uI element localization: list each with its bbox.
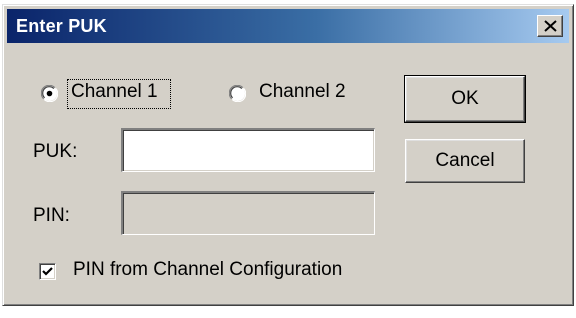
close-button[interactable] — [537, 15, 563, 37]
channel-1-label[interactable]: Channel 1 — [71, 81, 158, 103]
window-title: Enter PUK — [16, 16, 107, 36]
pin-from-config-label[interactable]: PIN from Channel Configuration — [73, 259, 342, 281]
pin-input — [123, 193, 374, 234]
enter-puk-dialog: Enter PUK Channel 1 Channel 2 OK Cancel … — [2, 4, 574, 306]
ok-button-label: OK — [451, 88, 479, 109]
cancel-button[interactable]: Cancel — [405, 139, 525, 183]
title-bar[interactable]: Enter PUK — [7, 9, 569, 43]
puk-input[interactable] — [123, 130, 374, 171]
pin-field — [121, 191, 375, 235]
channel-2-label[interactable]: Channel 2 — [259, 81, 346, 103]
radio-unselected-icon — [229, 85, 246, 102]
check-icon — [42, 267, 53, 276]
radio-selected-icon — [41, 85, 58, 102]
cancel-button-label: Cancel — [435, 150, 495, 171]
pin-label: PIN: — [33, 205, 70, 226]
puk-label: PUK: — [33, 141, 78, 162]
pin-from-config-checkbox[interactable] — [39, 263, 56, 280]
ok-button[interactable]: OK — [404, 75, 526, 123]
close-icon — [544, 20, 557, 32]
puk-field[interactable] — [121, 128, 375, 172]
